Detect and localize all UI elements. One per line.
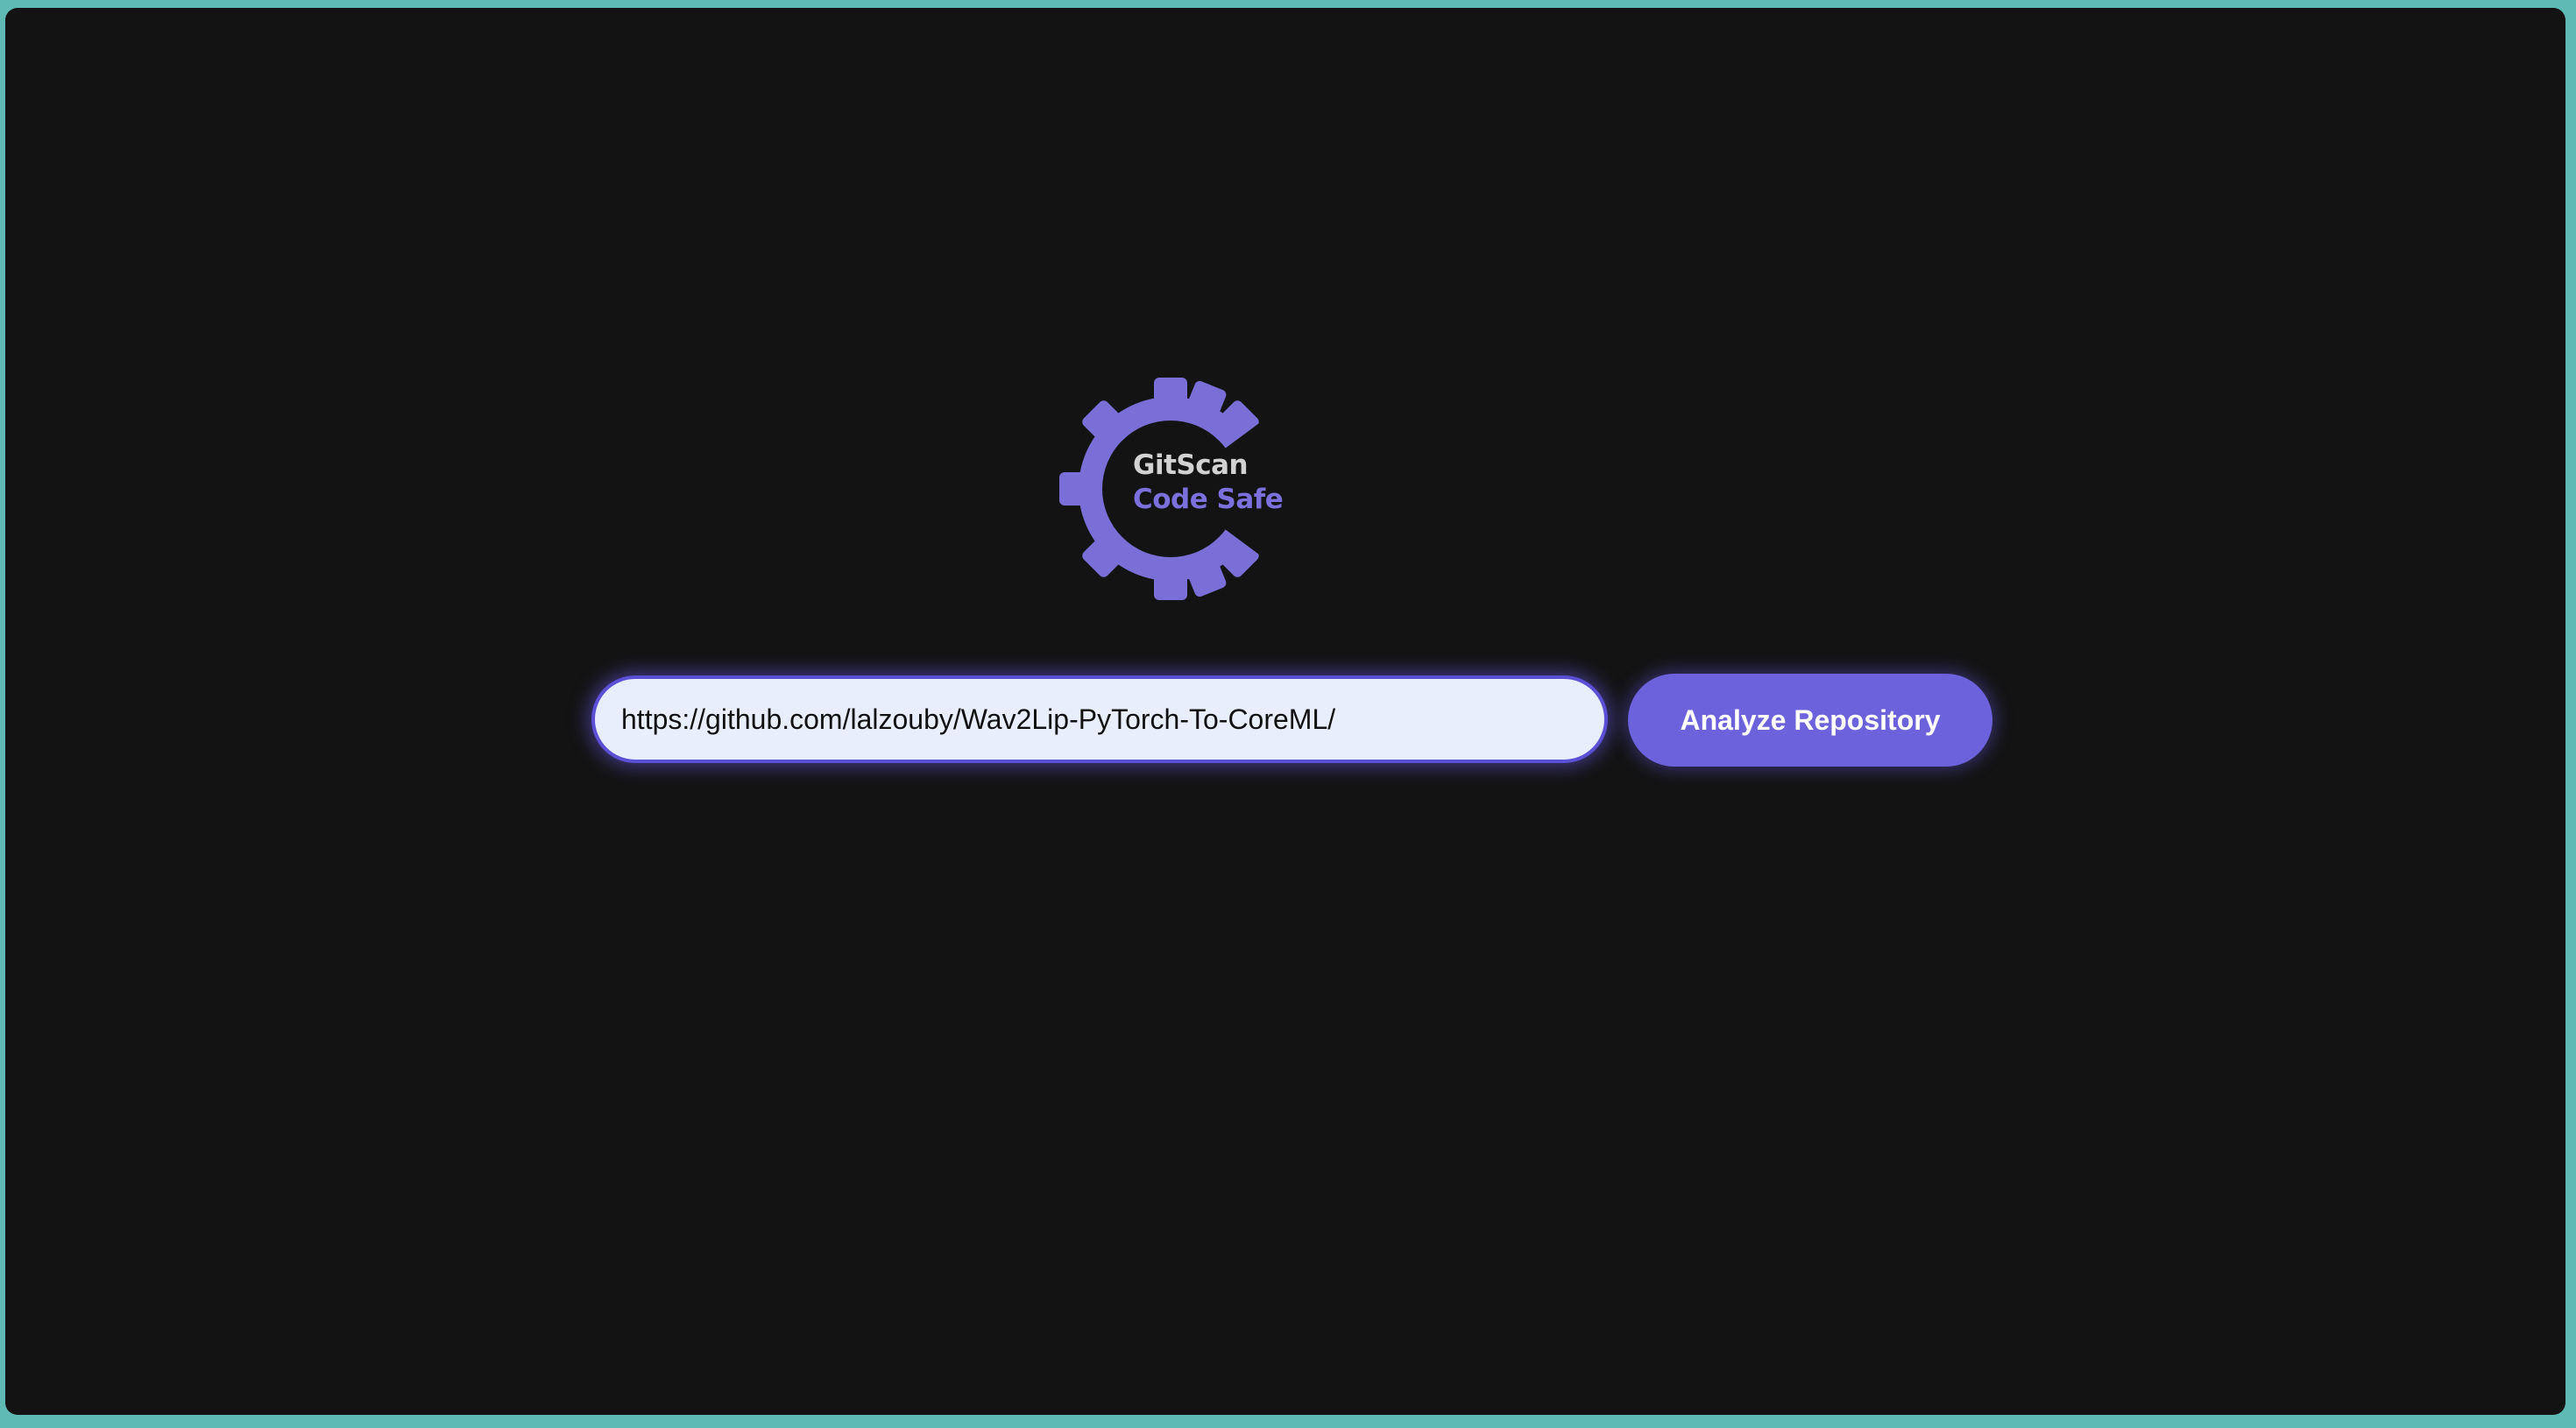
app-window: GitScan Code Safe Analyze Repository — [5, 8, 2565, 1415]
logo-wordmark: GitScan Code Safe — [1133, 449, 1284, 515]
repository-url-input[interactable] — [591, 675, 1608, 763]
search-row: Analyze Repository — [591, 674, 1993, 768]
app-logo: GitScan Code Safe — [1052, 371, 1289, 607]
logo-subtitle: Code Safe — [1133, 484, 1284, 515]
analyze-repository-button[interactable]: Analyze Repository — [1628, 674, 1992, 767]
logo-title: GitScan — [1133, 449, 1249, 481]
